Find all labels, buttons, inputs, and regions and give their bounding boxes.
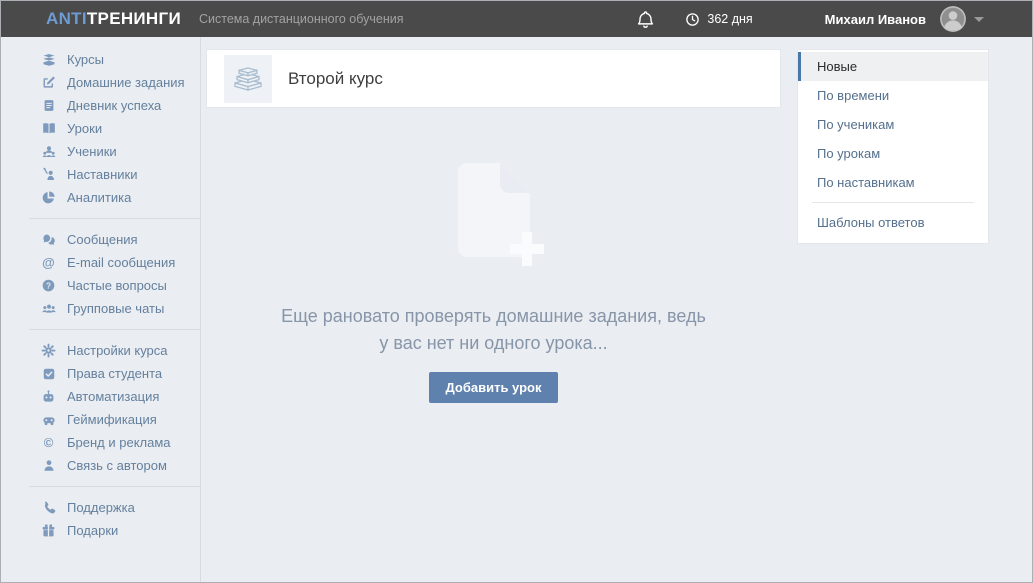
sidebar-item-brand-ads[interactable]: © Бренд и реклама [1, 431, 200, 454]
filter-item-by-lessons[interactable]: По урокам [798, 139, 988, 168]
days-remaining-label: 362 дня [707, 12, 753, 26]
sidebar-item-mentors[interactable]: Наставники [1, 163, 200, 186]
sidebar-item-course-settings[interactable]: Настройки курса [1, 339, 200, 362]
sidebar-item-messages[interactable]: Сообщения [1, 228, 200, 251]
sidebar-item-student-rights[interactable]: Права студента [1, 362, 200, 385]
sidebar-item-label: Ученики [67, 144, 117, 159]
group-chat-icon [40, 301, 57, 317]
sidebar-item-label: E-mail сообщения [67, 255, 176, 270]
filters-divider [812, 202, 974, 203]
books-stack-icon [40, 52, 57, 68]
notifications-bell-icon[interactable] [636, 10, 655, 29]
chat-bubbles-icon [40, 232, 57, 248]
sidebar-item-label: Уроки [67, 121, 103, 136]
empty-document-plus-icon [457, 163, 544, 266]
filters-panel: Новые По времени По ученикам По урокам П… [797, 49, 989, 244]
sidebar-item-gifts[interactable]: Подарки [1, 519, 200, 542]
sidebar-item-courses[interactable]: Курсы [1, 48, 200, 71]
course-books-icon [224, 54, 272, 103]
sidebar: Курсы Домашние задания Дневник успеха Ур… [1, 37, 201, 582]
sidebar-item-automation[interactable]: Автоматизация [1, 385, 200, 408]
at-sign-icon: @ [42, 255, 55, 270]
sidebar-item-label: Групповые чаты [67, 301, 165, 316]
app-logo[interactable]: ANTIТРЕНИНГИ [46, 9, 181, 29]
open-book-icon [40, 121, 57, 137]
sidebar-item-label: Домашние задания [67, 75, 185, 90]
app-subtitle: Система дистанционного обучения [198, 12, 404, 26]
filter-item-by-students[interactable]: По ученикам [798, 110, 988, 139]
sidebar-item-label: Дневник успеха [67, 98, 162, 113]
sidebar-item-label: Бренд и реклама [67, 435, 171, 450]
gift-icon [40, 523, 57, 539]
svg-text:?: ? [46, 281, 51, 290]
sidebar-item-faq[interactable]: ? Частые вопросы [1, 274, 200, 297]
filter-item-by-mentors[interactable]: По наставникам [798, 168, 988, 197]
app-window: ANTIТРЕНИНГИ Система дистанционного обуч… [0, 0, 1033, 583]
sidebar-item-label: Аналитика [67, 190, 132, 205]
logo-rest: ТРЕНИНГИ [86, 9, 181, 28]
sidebar-item-label: Связь с автором [67, 458, 167, 473]
sidebar-item-gamification[interactable]: Геймификация [1, 408, 200, 431]
logo-accent: ANTI [46, 9, 87, 28]
sidebar-divider [29, 486, 200, 487]
topbar: ANTIТРЕНИНГИ Система дистанционного обуч… [1, 1, 1032, 37]
sidebar-item-diary[interactable]: Дневник успеха [1, 94, 200, 117]
main-content: Второй курс Еще рановато проверять домаш… [201, 37, 789, 582]
phone-icon [40, 500, 57, 516]
students-group-icon [40, 144, 57, 160]
sidebar-item-label: Наставники [67, 167, 138, 182]
empty-state: Еще рановато проверять домашние задания,… [206, 108, 781, 403]
sidebar-item-label: Права студента [67, 366, 163, 381]
question-circle-icon: ? [40, 278, 57, 294]
avatar-placeholder-icon [940, 6, 966, 32]
avatar[interactable] [940, 6, 966, 32]
chevron-down-icon[interactable] [974, 16, 984, 22]
sidebar-item-email[interactable]: @ E-mail сообщения [1, 251, 200, 274]
empty-message: Еще рановато проверять домашние задания,… [206, 303, 781, 357]
page-body: Курсы Домашние задания Дневник успеха Ур… [1, 37, 1032, 582]
sidebar-divider [29, 329, 200, 330]
add-lesson-button[interactable]: Добавить урок [429, 372, 558, 403]
bell-icon [638, 10, 654, 28]
sidebar-item-label: Автоматизация [67, 389, 160, 404]
empty-message-line2: у вас нет ни одного урока... [379, 333, 608, 353]
sidebar-item-label: Частые вопросы [67, 278, 167, 293]
mentor-pointer-icon [40, 167, 57, 183]
course-card[interactable]: Второй курс [206, 49, 781, 108]
filter-item-by-time[interactable]: По времени [798, 81, 988, 110]
filter-item-new[interactable]: Новые [798, 52, 988, 81]
sidebar-item-label: Сообщения [67, 232, 138, 247]
sidebar-item-lessons[interactable]: Уроки [1, 117, 200, 140]
robot-icon [40, 389, 57, 405]
sidebar-item-analytics[interactable]: Аналитика [1, 186, 200, 209]
sidebar-divider [29, 218, 200, 219]
document-lines-icon [40, 98, 57, 114]
pie-chart-icon [40, 190, 57, 206]
sidebar-item-support[interactable]: Поддержка [1, 496, 200, 519]
gamepad-icon [40, 412, 57, 428]
sidebar-item-contact-author[interactable]: Связь с автором [1, 454, 200, 477]
sidebar-item-label: Настройки курса [67, 343, 168, 358]
course-title: Второй курс [288, 68, 383, 88]
sidebar-item-label: Геймификация [67, 412, 157, 427]
sidebar-item-homework[interactable]: Домашние задания [1, 71, 200, 94]
sidebar-item-group-chats[interactable]: Групповые чаты [1, 297, 200, 320]
empty-message-line1: Еще рановато проверять домашние задания,… [281, 306, 706, 326]
checkbox-check-icon [40, 366, 57, 382]
sidebar-item-label: Курсы [67, 52, 105, 67]
person-icon [40, 458, 57, 474]
user-name[interactable]: Михаил Иванов [825, 12, 926, 27]
gear-icon [40, 343, 57, 359]
clock-icon [686, 12, 700, 26]
pencil-square-icon [40, 75, 57, 91]
answer-templates-link[interactable]: Шаблоны ответов [798, 208, 988, 237]
sidebar-item-label: Поддержка [67, 500, 135, 515]
days-remaining-badge[interactable]: 362 дня [685, 12, 753, 27]
copyright-icon: © [43, 435, 54, 450]
sidebar-item-students[interactable]: Ученики [1, 140, 200, 163]
sidebar-item-label: Подарки [67, 523, 119, 538]
